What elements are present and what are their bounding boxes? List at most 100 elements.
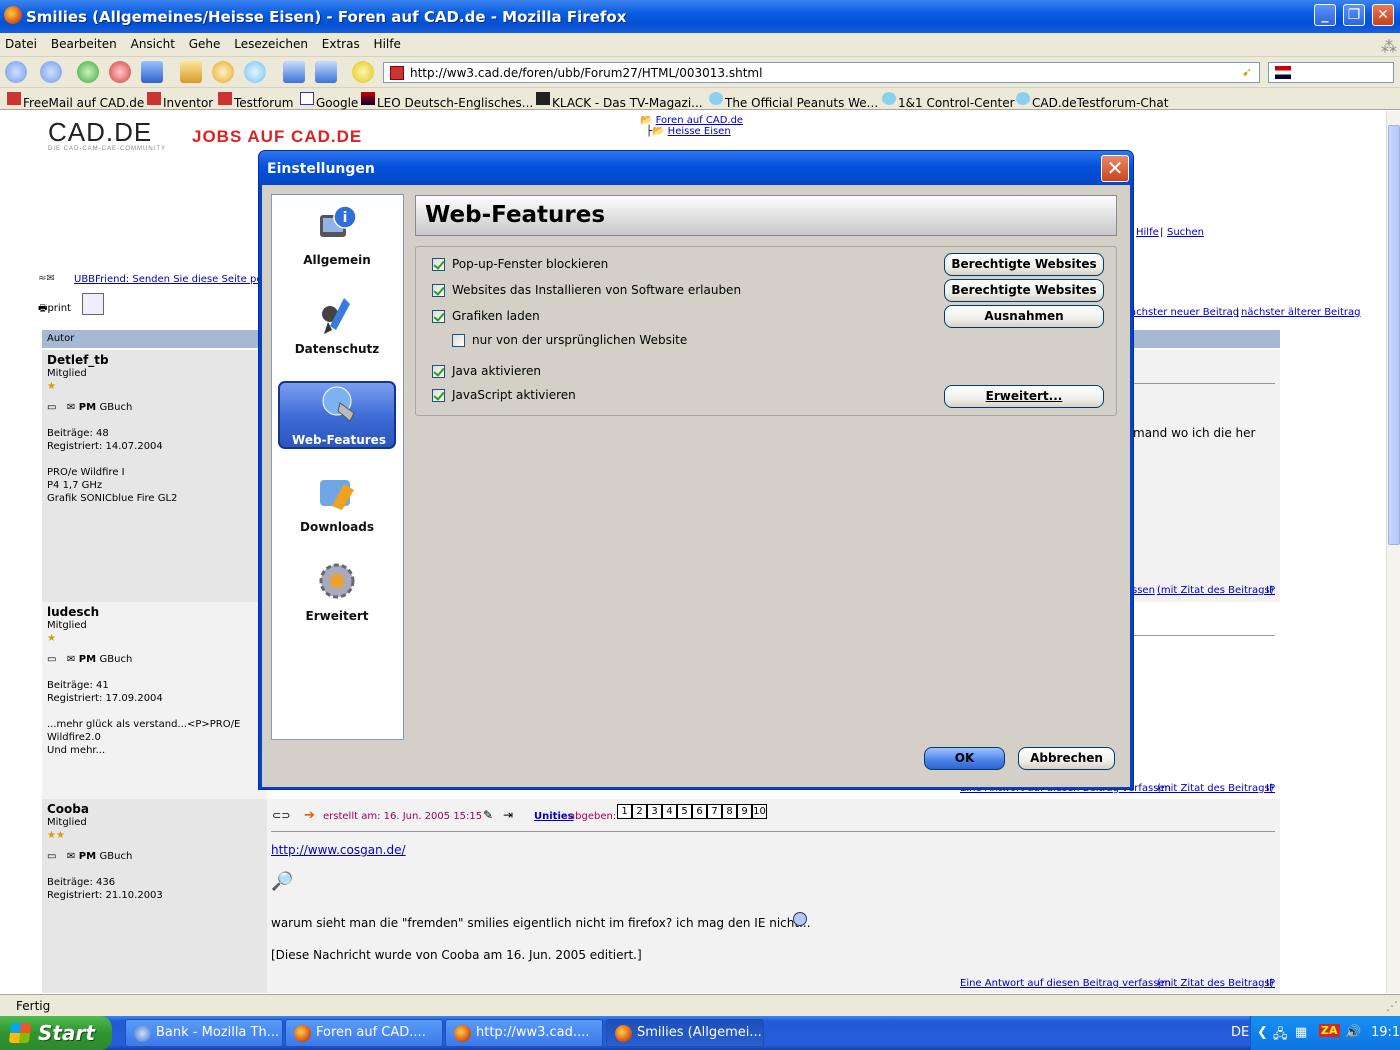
author-name[interactable]: ludesch [47,606,262,619]
minimize-button[interactable]: _ [1314,4,1336,26]
next-older-link[interactable]: nächster älterer Beitrag [1241,307,1361,318]
rating-7[interactable]: 7 [707,804,722,819]
clock[interactable]: 19:16 [1371,1025,1400,1040]
reload-icon[interactable] [77,61,99,83]
tray-expand-icon[interactable]: ❮ [1257,1025,1268,1040]
zonealarm-icon[interactable]: ZA [1319,1024,1340,1037]
jobs-banner[interactable]: JOBS AUF CAD.DE [192,127,362,147]
bookmark-chat[interactable]: CAD.deTestforum-Chat [1016,92,1168,110]
category-erweitert[interactable]: Erweitert [278,559,396,627]
menu-ansicht[interactable]: Ansicht [126,33,180,51]
search-input[interactable] [1268,62,1394,83]
go-arrow-icon[interactable]: ➹ [1242,65,1252,79]
bookmark-1und1[interactable]: 1&1 Control-Center [882,92,1015,110]
address-bar[interactable]: http://ww3.cad.de/foren/ubb/Forum27/HTML… [383,62,1260,83]
bookmark-google[interactable]: Google [300,92,358,110]
bookmark-klack[interactable]: KLACK - Das TV-Magazi... [536,92,703,110]
rating-9[interactable]: 9 [737,804,752,819]
monitor-icon[interactable]: ▦ [1295,1025,1307,1040]
suchen-link[interactable]: Suchen [1167,227,1204,238]
cad-logo[interactable]: CAD.DE DIE CAD-CAM-CAE-COMMUNITY [48,117,166,152]
cancel-button[interactable]: Abbrechen [1018,747,1115,770]
hilfe-link[interactable]: Hilfe [1136,227,1159,238]
category-datenschutz[interactable]: Datenschutz [278,292,396,360]
post-link-icon[interactable]: ⊂⊃ [272,809,290,822]
tree-link-foren[interactable]: Foren auf CAD.de [656,115,743,126]
profile-icon[interactable]: ▭ [47,402,56,413]
post-url-link[interactable]: http://www.cosgan.de/ [271,843,406,857]
taskbar-item-foren[interactable]: Foren auf CAD.... [285,1019,443,1047]
rating-10[interactable]: 10 [752,804,767,819]
tree-link-heisse-eisen[interactable]: Heisse Eisen [668,126,731,137]
reply-link[interactable]: ssen [1132,585,1155,596]
gbuch-link[interactable]: GBuch [100,402,133,413]
author-name[interactable]: Detlef_tb [47,354,262,367]
forward-icon[interactable] [40,61,62,83]
rating-1[interactable]: 1 [617,804,632,819]
javascript-checkbox[interactable] [432,389,445,402]
profile-icon[interactable]: ▭ [47,851,56,862]
menu-extras[interactable]: Extras [317,33,365,51]
back-icon[interactable] [5,61,27,83]
rating-4[interactable]: 4 [662,804,677,819]
resize-grip-icon[interactable]: ⋰ [1386,999,1398,1013]
network-icon[interactable]: 🖧 [1273,1025,1288,1047]
vertical-scrollbar[interactable] [1386,111,1400,993]
bookmark-peanuts[interactable]: The Official Peanuts We... [709,92,878,110]
ip-link[interactable]: IP [1266,585,1275,596]
ip-link[interactable]: IP [1266,783,1275,794]
category-allgemein[interactable]: i Allgemein [278,203,396,271]
load-images-checkbox[interactable] [432,310,445,323]
allowed-sites-popup-button[interactable]: Berechtigte Websites [944,253,1104,276]
rating-2[interactable]: 2 [632,804,647,819]
bookmark-inventor[interactable]: Inventor [147,92,213,110]
email-icon[interactable]: ✉ [67,402,75,413]
menu-bearbeiten[interactable]: Bearbeiten [46,33,122,51]
category-downloads[interactable]: Downloads [278,470,396,538]
scrollbar-thumb[interactable] [1388,125,1400,545]
category-web-features[interactable]: Web-Features [278,381,396,449]
reply-quote-link[interactable]: (mit Zitat des Beitrags) [1157,978,1274,989]
rating-6[interactable]: 6 [692,804,707,819]
edit-icon[interactable] [180,61,202,83]
ok-button[interactable]: OK [924,747,1005,770]
rating-3[interactable]: 3 [647,804,662,819]
java-checkbox[interactable] [432,365,445,378]
gbuch-link[interactable]: GBuch [100,654,133,665]
install-software-checkbox[interactable] [432,284,445,297]
search-engine-icon[interactable] [1275,66,1291,79]
pm-link[interactable]: PM [79,851,96,862]
reply-quote-link[interactable]: (mit Zitat des Beitrags) [1157,783,1274,794]
bookmark-add-icon[interactable] [315,61,337,83]
bookmark-leo[interactable]: LEO Deutsch-Englisches... [361,92,533,110]
edit-icon[interactable]: ✎ [483,808,493,822]
gbuch-link[interactable]: GBuch [100,851,133,862]
popup-block-checkbox[interactable] [432,258,445,271]
tip-icon[interactable] [244,61,266,83]
menu-gehe[interactable]: Gehe [184,33,226,51]
close-button[interactable]: ✕ [1372,4,1394,26]
home-icon[interactable] [141,61,163,83]
profile-icon[interactable]: ▭ [47,654,56,665]
taskbar-item-url[interactable]: http://ww3.cad.... [445,1019,603,1047]
original-site-only-checkbox[interactable] [452,334,465,347]
menu-hilfe[interactable]: Hilfe [369,33,406,51]
reply-quote-link[interactable]: (mit Zitat des Beitrags) [1157,585,1274,596]
alarm-icon[interactable] [212,61,234,83]
taskbar-item-bank[interactable]: Bank - Mozilla Th... [125,1019,283,1047]
exceptions-button[interactable]: Ausnahmen [944,305,1104,328]
menu-lesezeichen[interactable]: Lesezeichen [229,33,313,51]
reply-link[interactable]: Eine Antwort auf diesen Beitrag verfasse… [960,978,1171,989]
ip-link[interactable]: IP [1266,978,1275,989]
unities-link[interactable]: Unities [534,811,574,822]
taskbar-item-smilies[interactable]: Smilies (Allgemei... [606,1019,764,1047]
advanced-javascript-button[interactable]: Erweitert... [944,385,1104,408]
bookmark-testforum[interactable]: Testforum [218,92,293,110]
quote-icon[interactable]: ⇥ [503,808,513,822]
allowed-sites-install-button[interactable]: Berechtigte Websites [944,279,1104,302]
pm-link[interactable]: PM [79,402,96,413]
dialog-close-button[interactable]: ✕ [1101,155,1129,182]
email-icon[interactable]: ✉ [67,851,75,862]
rating-5[interactable]: 5 [677,804,692,819]
sound-icon[interactable]: 🔊 [1345,1025,1361,1040]
